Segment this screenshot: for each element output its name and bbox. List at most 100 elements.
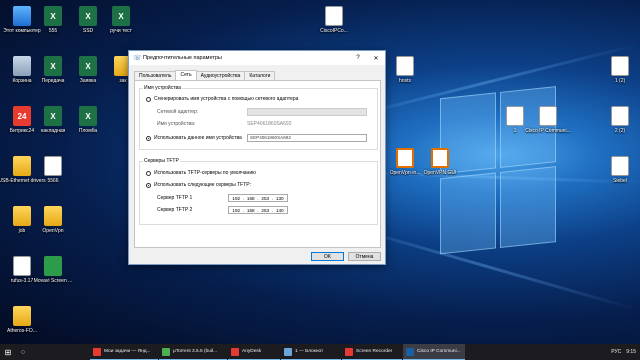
desktop-icon-label: rufus-3.17 — [10, 278, 34, 284]
movavi-icon — [44, 256, 62, 276]
desktop-icon[interactable]: C Cisco IP Communi... — [525, 106, 571, 134]
dialog-titlebar[interactable]: ☏ Предпочтительные параметры ? ✕ — [129, 51, 385, 65]
desktop-icon[interactable]: OpenVpn — [33, 206, 73, 234]
tab-network[interactable]: Сеть — [175, 70, 197, 80]
tftp-server1-input[interactable]: 192. 168. 253. 130 — [228, 194, 288, 202]
ok-button[interactable]: OK — [311, 252, 344, 261]
excel-icon: X — [79, 6, 97, 26]
desktop-icon[interactable]: X 555 — [33, 6, 73, 34]
desktop-icon[interactable]: 5566 — [33, 156, 73, 184]
help-button[interactable]: ? — [349, 51, 367, 65]
close-button[interactable]: ✕ — [367, 51, 385, 65]
anydesk-icon — [231, 347, 239, 356]
desktop-icon[interactable]: hosts — [385, 56, 425, 84]
taskbar: ⊞ ○ Мои задачи — Янд... μTorrent 3.5.5 (b… — [0, 344, 640, 360]
phone-icon: ☏ — [133, 54, 142, 62]
taskbar-item[interactable]: AnyDesk — [228, 344, 280, 360]
desktop-icon-label: 5566 — [47, 178, 59, 184]
desktop-icon-label: Movavi Screen ... — [33, 278, 73, 284]
desktop-icon-label: 2 (2) — [614, 128, 626, 134]
openvpn-icon: V — [396, 148, 414, 168]
cancel-button[interactable]: Отмена — [348, 252, 381, 261]
desktop-icon[interactable]: V OpenVpn-in... — [385, 148, 425, 176]
document-icon — [611, 56, 629, 76]
ip-octet[interactable]: 253 — [261, 196, 269, 201]
system-tray: РУС 9:15 — [606, 344, 640, 360]
ip-octet[interactable]: 168 — [247, 208, 255, 213]
desktop-icon-label: ручи тест — [110, 28, 132, 34]
desktop-icon[interactable]: Atheros-FO... — [2, 306, 42, 334]
radio-button-selected[interactable] — [146, 182, 151, 188]
folder-icon — [44, 206, 62, 226]
excel-icon: X — [112, 6, 130, 26]
desktop-icon[interactable]: Siebel — [600, 156, 640, 184]
taskbar-item-label: Мои задачи — Янд... — [104, 349, 151, 354]
ip-octet[interactable]: 168 — [247, 196, 255, 201]
tftp-group: Серверы TFTP Использовать TFTP-серверы п… — [139, 158, 378, 225]
device-name-label: Имя устройства: — [157, 121, 196, 127]
tftp-server1-label: Сервер TFTP 1 — [157, 195, 193, 201]
ip-octet[interactable]: 140 — [276, 208, 284, 213]
desktop-icon-label: OpenVpn — [42, 228, 64, 234]
desktop-icon[interactable]: 2 (2) — [600, 106, 640, 134]
desktop-icon[interactable]: C CiscoIPCo... — [314, 6, 354, 34]
ip-octet[interactable]: 130 — [276, 196, 284, 201]
device-name-value: SEP4061860SA692 — [247, 121, 292, 127]
device-name-legend: Имя устройства — [143, 85, 182, 91]
taskbar-item[interactable]: μTorrent 3.5.5 (buil... — [159, 344, 227, 360]
custom-device-name-input[interactable]: SEP4061860SA692 — [247, 134, 367, 142]
excel-icon: X — [44, 106, 62, 126]
search-icon[interactable]: ○ — [16, 344, 30, 360]
ip-octet[interactable]: 192 — [232, 208, 240, 213]
bitrix24-icon: 24 — [13, 106, 31, 126]
taskbar-item[interactable]: 1 — Блокнот — [281, 344, 341, 360]
adapter-field — [247, 108, 367, 116]
radio-button[interactable] — [146, 96, 151, 102]
excel-icon: X — [44, 6, 62, 26]
desktop-icon[interactable]: X Заявка — [68, 56, 108, 84]
desktop-icon-label: Заявка — [79, 78, 97, 84]
device-name-group: Имя устройства Сгенерировать имя устройс… — [139, 85, 378, 150]
desktop-icon[interactable]: Xнакладная — [33, 106, 73, 134]
tab-user[interactable]: Пользователь — [134, 71, 177, 80]
radio-custom-tftp[interactable]: Использовать следующие серверы TFTP: — [146, 182, 251, 188]
ip-octet[interactable]: 253 — [261, 208, 269, 213]
openvpn-icon: V — [431, 148, 449, 168]
radio-button[interactable] — [146, 170, 151, 176]
tftp-server2-input[interactable]: 192. 168. 253. 140 — [228, 206, 288, 214]
clock[interactable]: 9:15 — [626, 349, 636, 355]
tab-directories[interactable]: Каталоги — [244, 71, 276, 80]
desktop-icon[interactable]: Xручи тест — [101, 6, 141, 34]
desktop-icon-label: Atheros-FO... — [6, 328, 37, 334]
desktop-icon[interactable]: Movavi Screen ... — [33, 256, 73, 284]
taskbar-item[interactable]: Мои задачи — Янд... — [90, 344, 158, 360]
desktop-icon-label: job — [18, 228, 26, 234]
desktop-icon-label: Cisco IP Communi... — [525, 128, 571, 134]
desktop-icon[interactable]: V OpenVPN GUI — [420, 148, 460, 176]
language-indicator[interactable]: РУС — [611, 349, 621, 355]
radio-custom-name[interactable]: Использовать данное имя устройства — [146, 135, 242, 141]
desktop-icon-label: hosts — [399, 78, 411, 84]
taskbar-item-label: 1 — Блокнот — [295, 349, 324, 354]
desktop-icon[interactable]: 1 (2) — [600, 56, 640, 84]
taskbar-item-label: AnyDesk — [242, 349, 262, 354]
cisco-icon: C — [325, 6, 343, 26]
taskbar-item[interactable]: Cisco IP Communi... — [403, 344, 465, 360]
desktop-icon[interactable]: X Пломба — [68, 106, 108, 134]
desktop-icon-label: зак — [119, 78, 127, 84]
desktop-icon-label: Корзина — [12, 78, 32, 84]
desktop-icon-label: 555 — [48, 28, 58, 34]
taskbar-item-label: Screen Recorder — [356, 349, 393, 354]
yandex-browser-icon — [93, 347, 101, 356]
taskbar-item[interactable]: Screen Recorder — [342, 344, 402, 360]
radio-button-selected[interactable] — [146, 135, 151, 141]
recycle-bin-icon — [13, 56, 31, 76]
desktop-icon[interactable]: X Передача — [33, 56, 73, 84]
radio-generate-name[interactable]: Сгенерировать имя устройства с помощью с… — [146, 96, 298, 102]
folder-icon — [13, 156, 31, 176]
document-icon — [611, 106, 629, 126]
radio-default-tftp[interactable]: Использовать TFTP-серверы по умолчанию — [146, 170, 256, 176]
windows-start-icon[interactable]: ⊞ — [0, 344, 16, 360]
ip-octet[interactable]: 192 — [232, 196, 240, 201]
tab-audio-devices[interactable]: Аудиоустройства — [195, 71, 246, 80]
